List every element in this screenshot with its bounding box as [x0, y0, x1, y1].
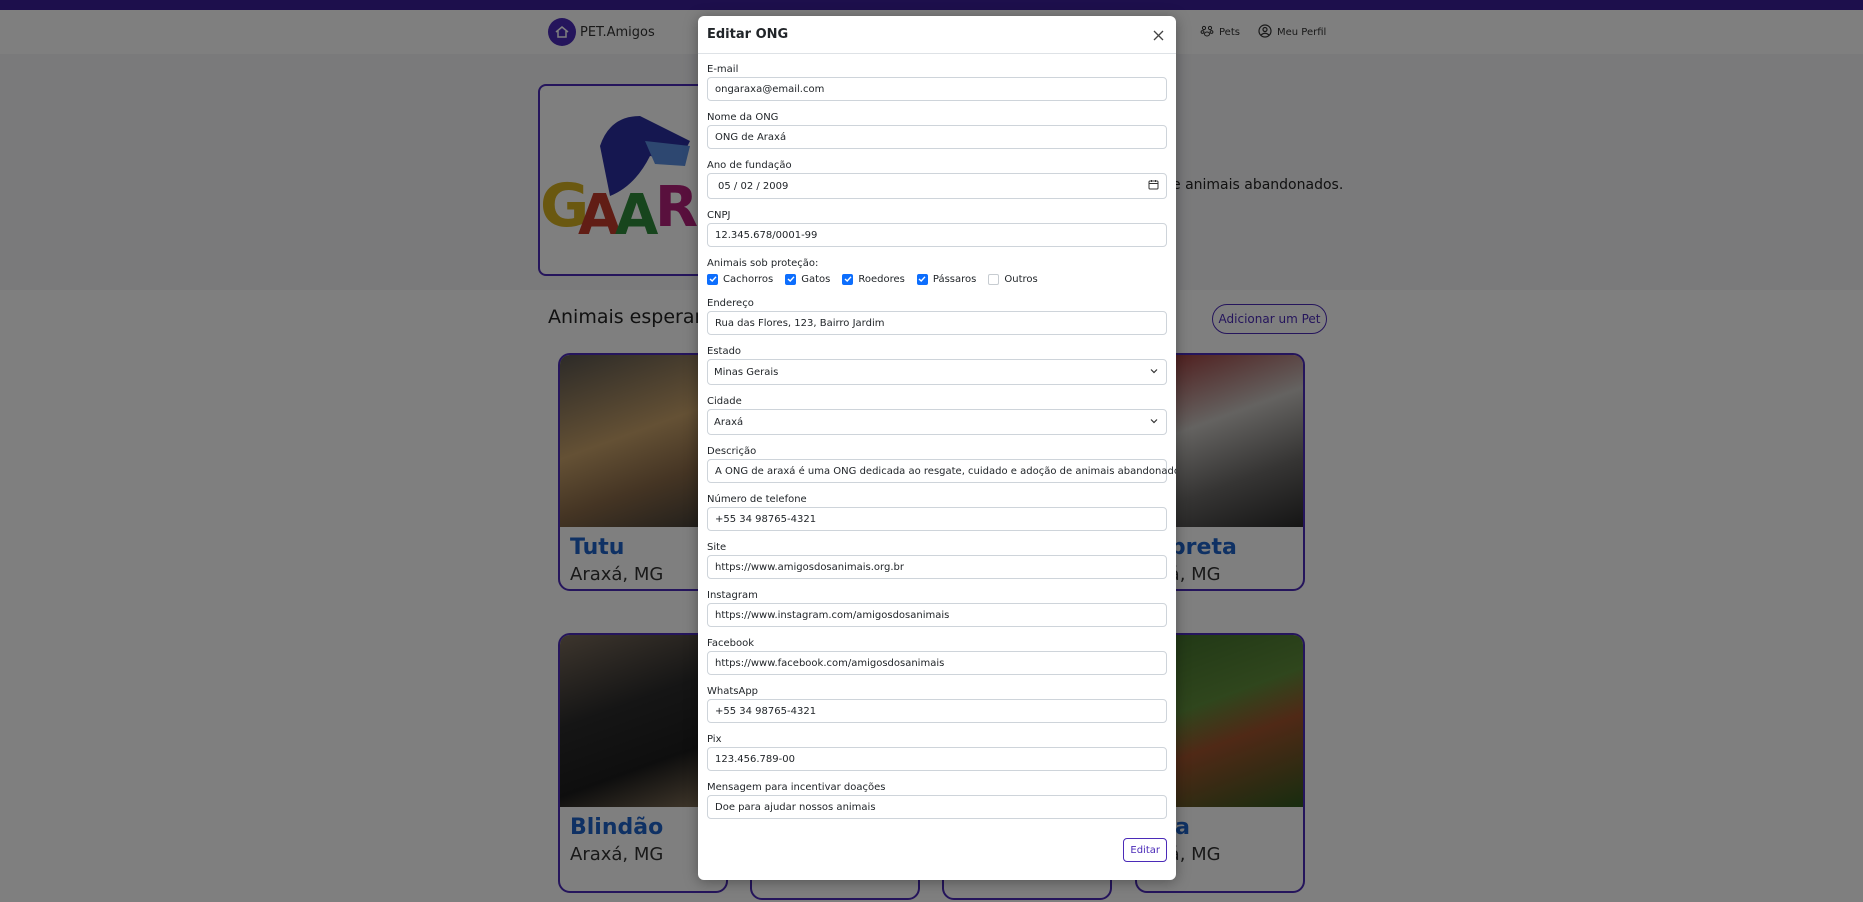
descricao-label: Descrição — [707, 446, 757, 457]
estado-label: Estado — [707, 346, 742, 357]
checkbox-passaros[interactable]: Pássaros — [916, 273, 977, 285]
email-field-group: E-mail ongaraxa@email.com — [707, 63, 1167, 101]
whatsapp-input[interactable]: +55 34 98765-4321 — [707, 699, 1167, 723]
checkbox-checked-icon[interactable] — [707, 273, 718, 285]
cnpj-input[interactable]: 12.345.678/0001-99 — [707, 223, 1167, 247]
checkbox-label: Outros — [1004, 273, 1038, 285]
checkbox-roedores[interactable]: Roedores — [842, 273, 905, 285]
chevron-down-icon — [1149, 366, 1159, 379]
email-input[interactable]: ongaraxa@email.com — [707, 77, 1167, 101]
site-value: https://www.amigosdosanimais.org.br — [715, 561, 904, 573]
checkbox-label: Roedores — [858, 273, 905, 285]
modal-body: E-mail ongaraxa@email.com Nome da ONG ON… — [698, 54, 1176, 819]
mensagem-label: Mensagem para incentivar doações — [707, 782, 886, 793]
cidade-value: Araxá — [714, 416, 744, 428]
estado-value: Minas Gerais — [714, 366, 779, 378]
animais-label: Animais sob proteção: — [707, 258, 819, 269]
calendar-icon[interactable] — [1148, 179, 1159, 193]
estado-select[interactable]: Minas Gerais — [707, 359, 1167, 385]
pix-label: Pix — [707, 734, 722, 745]
ano-label: Ano de fundação — [707, 160, 792, 171]
nome-input[interactable]: ONG de Araxá — [707, 125, 1167, 149]
facebook-field-group: Facebook https://www.facebook.com/amigos… — [707, 637, 1167, 675]
instagram-label: Instagram — [707, 590, 758, 601]
instagram-value: https://www.instagram.com/amigosdosanima… — [715, 609, 950, 621]
nome-value: ONG de Araxá — [715, 131, 787, 143]
checkbox-outros[interactable]: Outros — [988, 273, 1038, 285]
descricao-field-group: Descrição A ONG de araxá é uma ONG dedic… — [707, 445, 1176, 483]
endereco-label: Endereço — [707, 298, 754, 309]
site-label: Site — [707, 542, 727, 553]
site-field-group: Site https://www.amigosdosanimais.org.br — [707, 541, 1167, 579]
telefone-input[interactable]: +55 34 98765-4321 — [707, 507, 1167, 531]
pix-field-group: Pix 123.456.789-00 — [707, 733, 1167, 771]
modal-title: Editar ONG — [707, 27, 789, 42]
email-value: ongaraxa@email.com — [715, 83, 825, 95]
checkbox-label: Cachorros — [723, 273, 774, 285]
telefone-value: +55 34 98765-4321 — [715, 513, 817, 525]
ano-date-input[interactable]: 05 / 02 / 2009 — [707, 173, 1167, 199]
whatsapp-value: +55 34 98765-4321 — [715, 705, 817, 717]
mensagem-field-group: Mensagem para incentivar doações Doe par… — [707, 781, 1167, 819]
endereco-field-group: Endereço Rua das Flores, 123, Bairro Jar… — [707, 297, 1167, 335]
edit-ong-modal: Editar ONG E-mail ongaraxa@email.com Nom… — [698, 16, 1176, 880]
checkbox-cachorros[interactable]: Cachorros — [707, 273, 774, 285]
facebook-input[interactable]: https://www.facebook.com/amigosdosanimai… — [707, 651, 1167, 675]
cidade-select[interactable]: Araxá — [707, 409, 1167, 435]
animais-checkbox-row: Cachorros Gatos Roedores Pássaros Outros — [707, 271, 1167, 287]
ano-value: 05 / 02 / 2009 — [718, 180, 789, 192]
site-input[interactable]: https://www.amigosdosanimais.org.br — [707, 555, 1167, 579]
nome-label: Nome da ONG — [707, 112, 779, 123]
cnpj-label: CNPJ — [707, 210, 731, 221]
estado-field-group: Estado Minas Gerais — [707, 345, 1167, 385]
animais-field-group: Animais sob proteção: Cachorros Gatos Ro… — [707, 257, 1167, 287]
descricao-input[interactable]: A ONG de araxá é uma ONG dedicada ao res… — [707, 459, 1176, 483]
ano-field-group: Ano de fundação 05 / 02 / 2009 — [707, 159, 1167, 199]
cidade-label: Cidade — [707, 396, 742, 407]
checkbox-checked-icon[interactable] — [842, 273, 854, 285]
descricao-value: A ONG de araxá é uma ONG dedicada ao res… — [715, 465, 1176, 477]
checkbox-label: Gatos — [801, 273, 831, 285]
instagram-field-group: Instagram https://www.instagram.com/amig… — [707, 589, 1167, 627]
checkbox-label: Pássaros — [932, 273, 977, 285]
modal-header: Editar ONG — [698, 16, 1176, 54]
mensagem-input[interactable]: Doe para ajudar nossos animais — [707, 795, 1167, 819]
pix-value: 123.456.789-00 — [715, 753, 795, 765]
facebook-value: https://www.facebook.com/amigosdosanimai… — [715, 657, 945, 669]
edit-submit-button[interactable]: Editar — [1123, 838, 1167, 862]
cnpj-field-group: CNPJ 12.345.678/0001-99 — [707, 209, 1167, 247]
telefone-label: Número de telefone — [707, 494, 807, 505]
checkbox-unchecked-icon[interactable] — [988, 273, 1000, 285]
whatsapp-label: WhatsApp — [707, 686, 759, 697]
endereco-value: Rua das Flores, 123, Bairro Jardim — [715, 317, 885, 329]
nome-field-group: Nome da ONG ONG de Araxá — [707, 111, 1167, 149]
telefone-field-group: Número de telefone +55 34 98765-4321 — [707, 493, 1167, 531]
facebook-label: Facebook — [707, 638, 754, 649]
mensagem-value: Doe para ajudar nossos animais — [715, 801, 876, 813]
checkbox-checked-icon[interactable] — [785, 273, 797, 285]
instagram-input[interactable]: https://www.instagram.com/amigosdosanima… — [707, 603, 1167, 627]
pix-input[interactable]: 123.456.789-00 — [707, 747, 1167, 771]
endereco-input[interactable]: Rua das Flores, 123, Bairro Jardim — [707, 311, 1167, 335]
close-icon[interactable] — [1148, 25, 1168, 45]
chevron-down-icon — [1149, 416, 1159, 429]
modal-footer: Editar — [1123, 838, 1167, 862]
whatsapp-field-group: WhatsApp +55 34 98765-4321 — [707, 685, 1167, 723]
cnpj-value: 12.345.678/0001-99 — [715, 229, 818, 241]
checkbox-gatos[interactable]: Gatos — [785, 273, 831, 285]
checkbox-checked-icon[interactable] — [916, 273, 928, 285]
email-label: E-mail — [707, 64, 739, 75]
cidade-field-group: Cidade Araxá — [707, 395, 1167, 435]
